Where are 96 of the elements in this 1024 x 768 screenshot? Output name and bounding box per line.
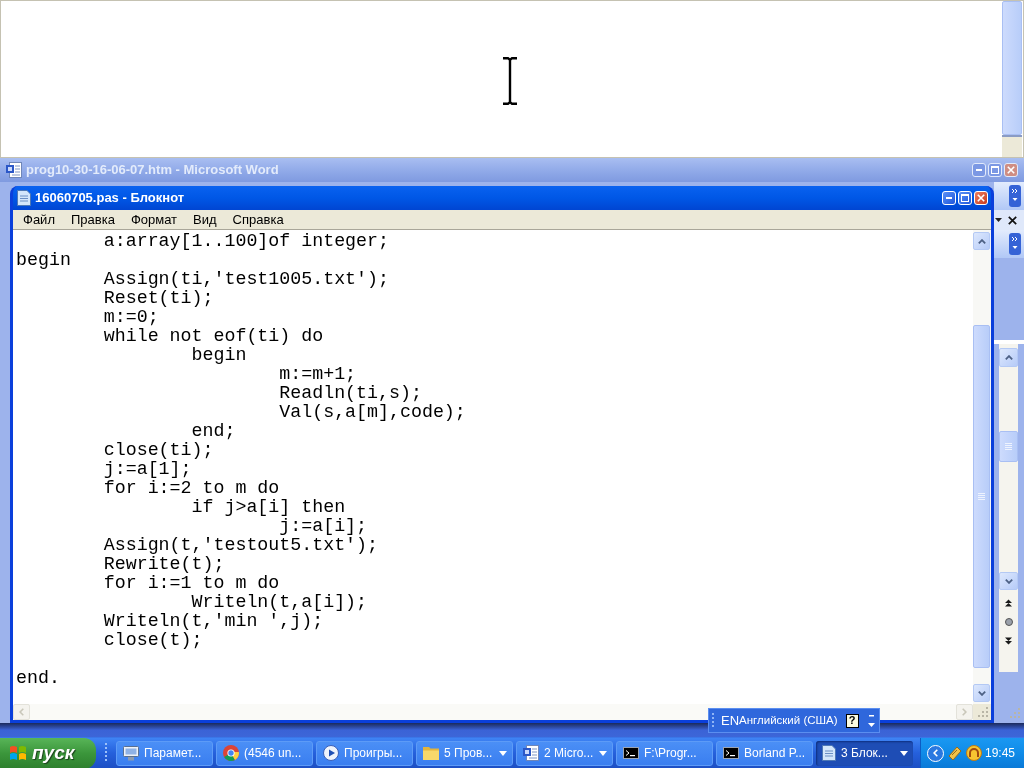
grip-lines-icon [1005, 443, 1012, 450]
taskbar-button[interactable]: Парамет... [116, 740, 213, 766]
code-line: begin [16, 250, 71, 270]
scroll-thumb[interactable] [999, 431, 1018, 462]
scroll-thumb[interactable] [973, 325, 990, 668]
code-line: a:array[1..100]of integer; [103, 231, 389, 251]
maximize-button[interactable] [988, 163, 1002, 177]
double-caret-down-icon [1005, 636, 1012, 645]
chevron-down-icon [1004, 578, 1013, 584]
taskbar-button[interactable]: 5 Пров... [416, 740, 513, 766]
chevron-right-icon [962, 708, 967, 716]
clock: 19:45 [985, 745, 1017, 762]
start-button[interactable]: пуск [0, 737, 96, 768]
code-line: close(t); [103, 630, 203, 650]
console-icon [623, 747, 639, 759]
taskbar-button[interactable]: 3 Блок... [816, 740, 913, 766]
language-code: EN [721, 714, 740, 727]
caret-down-icon [868, 713, 875, 728]
document-icon [6, 162, 22, 178]
help-button[interactable]: ? [845, 713, 859, 728]
taskbar-button[interactable]: Проигры... [316, 740, 413, 766]
scroll-down-button[interactable] [999, 572, 1018, 590]
grip-lines-icon [978, 493, 985, 500]
code-line: if j>a[i] then [191, 497, 346, 517]
scroll-thumb[interactable] [1002, 1, 1022, 135]
code-line: begin [191, 345, 247, 365]
console-icon [723, 747, 739, 759]
monitor-icon [123, 745, 139, 761]
taskbar-button[interactable]: F:\Progr... [616, 740, 713, 766]
resize-grip-icon [1009, 706, 1021, 719]
menu-item[interactable]: Справка [232, 213, 284, 226]
close-button[interactable] [1006, 214, 1018, 226]
minimize-icon [976, 169, 982, 171]
taskbar-button[interactable]: 2 Micro... [516, 740, 613, 766]
window-title: 16060705.pas - Блокнот [35, 189, 185, 208]
scroll-up-button[interactable] [973, 232, 990, 250]
chevron-left-icon [933, 749, 938, 757]
dot-icon [1004, 617, 1013, 626]
notepad-icon [822, 745, 836, 761]
code-line: for i:=2 to m do [103, 478, 280, 498]
code-line: j:=a[i]; [279, 516, 368, 536]
menu-item[interactable]: Файл [23, 213, 55, 226]
play-disc-icon [323, 745, 339, 761]
menu-item[interactable]: Вид [193, 213, 217, 226]
minimize-icon [946, 197, 952, 199]
code-line: Assign(t,'testout5.txt'); [103, 535, 379, 555]
grip-icon [105, 743, 108, 763]
close-icon [1007, 166, 1015, 174]
text-cursor-icon [503, 57, 517, 105]
code-line: m:=0; [103, 307, 159, 327]
close-icon [977, 194, 985, 202]
double-caret-up-icon [1005, 598, 1012, 607]
ring-logo-icon [223, 745, 239, 761]
code-line: j:=a[1]; [103, 459, 192, 479]
scroll-up-button[interactable] [999, 348, 1018, 367]
window-title: prog10-30-16-06-07.htm - Microsoft Word [26, 161, 279, 180]
code-line: close(ti); [103, 440, 214, 460]
chevron-left-icon [19, 708, 24, 716]
code-line: Assign(ti,'test1005.txt'); [103, 269, 389, 289]
code-line: while not eof(ti) do [103, 326, 324, 346]
folder-icon [423, 746, 439, 760]
maximize-icon [991, 166, 999, 174]
resize-grip-icon [973, 704, 991, 720]
language-name: Английский (США) [739, 714, 838, 727]
toolbar-options-button[interactable] [1009, 185, 1021, 207]
chevron-down-icon [977, 690, 986, 696]
close-icon [1007, 215, 1017, 225]
code-line: end; [191, 421, 236, 441]
grip-icon [712, 713, 715, 728]
code-line: m:=m+1; [279, 364, 357, 384]
code-line: Writeln(t,'min ',j); [103, 611, 324, 631]
flag-icon [9, 744, 27, 762]
menu-item[interactable]: Формат [130, 213, 178, 226]
scroll-down-button[interactable] [973, 684, 990, 702]
taskbar-button[interactable]: Borland P... [716, 740, 813, 766]
minimize-button[interactable] [972, 163, 986, 177]
code-line: Rewrite(t); [103, 554, 225, 574]
chevron-up-icon [977, 238, 986, 244]
caret-down-icon [995, 218, 1002, 222]
code-line: end. [16, 668, 60, 688]
code-line: Val(s,a[m],code); [279, 402, 466, 422]
code-line: Readln(ti,s); [279, 383, 422, 403]
document-icon [523, 745, 539, 761]
split-box[interactable] [1002, 135, 1022, 157]
code-line: for i:=1 to m do [103, 573, 280, 593]
code-line: Reset(ti); [103, 288, 214, 308]
show-hidden-icons-button[interactable] [927, 744, 944, 762]
chevron-up-icon [1004, 355, 1013, 360]
arch-badge-icon[interactable] [966, 745, 982, 761]
code-line: Writeln(t,a[i]); [191, 592, 368, 612]
taskbar-button[interactable]: (4546 un... [216, 740, 313, 766]
card-icon[interactable] [947, 745, 963, 761]
menu-item[interactable]: Правка [70, 213, 115, 226]
notepad-icon [17, 190, 31, 206]
maximize-icon [961, 194, 969, 202]
toolbar-options-button[interactable] [1009, 233, 1021, 255]
